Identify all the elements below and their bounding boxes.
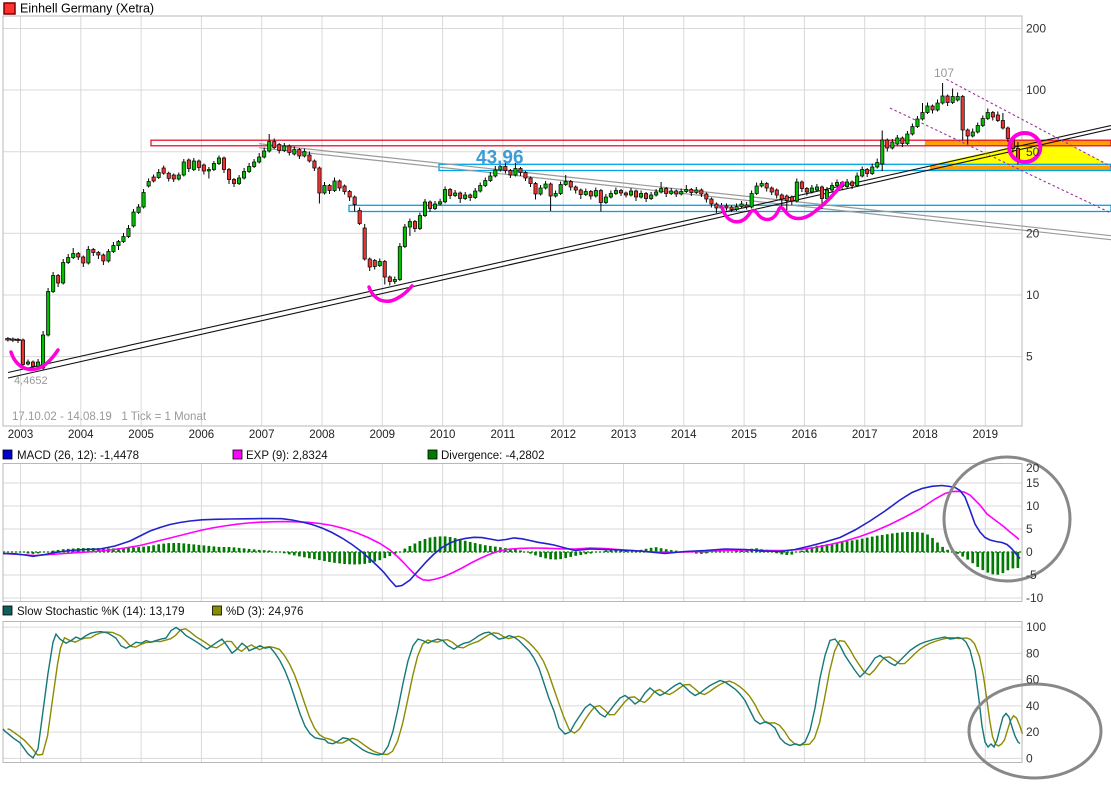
svg-text:EXP (9): 2,8324: EXP (9): 2,8324	[246, 450, 328, 462]
svg-text:43,96: 43,96	[476, 148, 524, 169]
svg-text:200: 200	[1026, 22, 1046, 36]
svg-text:20: 20	[1026, 725, 1040, 739]
svg-text:17.10.02 - 14.08.19 1 Tick =: 17.10.02 - 14.08.19 1 Tick = 1 Monat	[12, 411, 207, 423]
svg-text:2003: 2003	[8, 429, 34, 441]
svg-text:Einhell Germany (Xetra): Einhell Germany (Xetra)	[20, 2, 154, 16]
svg-text:5: 5	[1026, 522, 1033, 536]
svg-text:4,4652: 4,4652	[14, 375, 48, 387]
svg-text:50: 50	[1026, 145, 1040, 159]
svg-text:107: 107	[934, 66, 954, 80]
svg-text:-10: -10	[1026, 591, 1044, 605]
svg-text:%D (3): 24,976: %D (3): 24,976	[226, 606, 303, 618]
svg-text:2006: 2006	[189, 429, 215, 441]
svg-text:15: 15	[1026, 476, 1040, 490]
svg-text:2004: 2004	[68, 429, 94, 441]
svg-text:2010: 2010	[430, 429, 456, 441]
svg-text:2012: 2012	[550, 429, 576, 441]
svg-text:-5: -5	[1026, 568, 1037, 582]
svg-text:2018: 2018	[912, 429, 938, 441]
svg-text:2008: 2008	[309, 429, 335, 441]
svg-text:20: 20	[1026, 226, 1040, 240]
svg-text:2014: 2014	[671, 429, 697, 441]
svg-text:0: 0	[1026, 751, 1033, 765]
svg-text:2016: 2016	[792, 429, 818, 441]
svg-text:2005: 2005	[128, 429, 154, 441]
svg-text:2007: 2007	[249, 429, 275, 441]
svg-text:5: 5	[1026, 350, 1033, 364]
svg-text:2013: 2013	[611, 429, 637, 441]
svg-text:2015: 2015	[731, 429, 757, 441]
svg-text:2019: 2019	[973, 429, 999, 441]
svg-text:Slow Stochastic %K (14): 13,17: Slow Stochastic %K (14): 13,179	[17, 606, 184, 618]
svg-text:100: 100	[1026, 83, 1046, 97]
svg-text:100: 100	[1026, 620, 1046, 634]
svg-text:2017: 2017	[852, 429, 878, 441]
svg-text:MACD (26, 12): -1,4478: MACD (26, 12): -1,4478	[17, 450, 139, 462]
svg-text:20: 20	[1026, 461, 1040, 475]
svg-text:2011: 2011	[491, 429, 516, 441]
svg-text:60: 60	[1026, 673, 1040, 687]
svg-text:10: 10	[1026, 499, 1040, 513]
svg-text:Divergence: -4,2802: Divergence: -4,2802	[441, 450, 545, 462]
svg-text:80: 80	[1026, 646, 1040, 660]
svg-text:0: 0	[1026, 545, 1033, 559]
svg-text:10: 10	[1026, 288, 1040, 302]
svg-text:2009: 2009	[370, 429, 396, 441]
svg-text:40: 40	[1026, 699, 1040, 713]
